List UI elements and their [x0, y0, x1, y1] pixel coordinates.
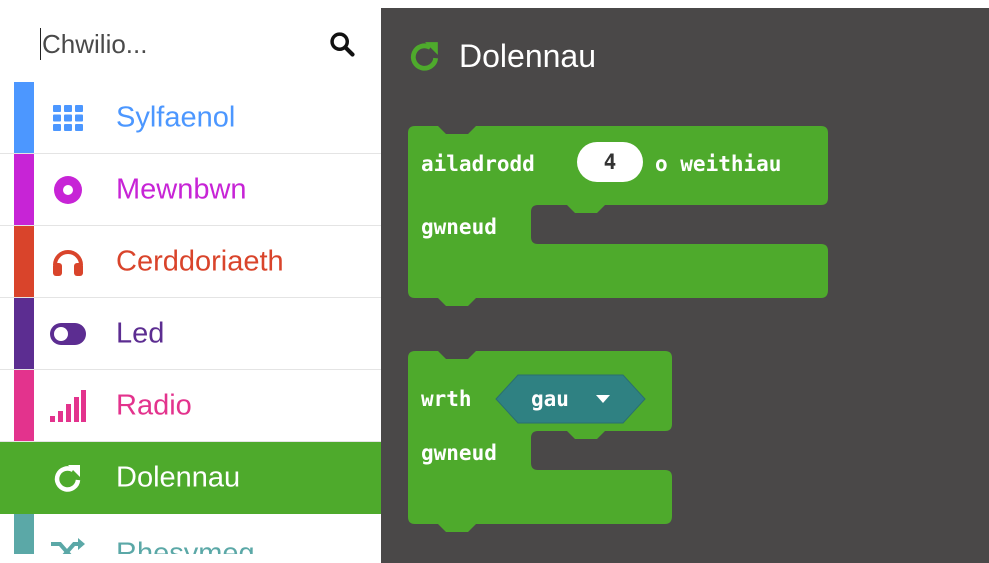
search-bar — [0, 0, 381, 82]
category-color-bar — [14, 82, 34, 153]
input-circle-icon — [50, 172, 86, 208]
category-radio[interactable]: Radio — [0, 370, 381, 442]
category-color-bar — [14, 154, 34, 225]
loop-icon — [50, 460, 86, 496]
category-color-bar — [14, 370, 34, 441]
while-head-label: wrth — [421, 387, 472, 411]
grid-icon — [50, 100, 86, 136]
category-rhesymeg[interactable]: Rhesymeg — [0, 514, 381, 554]
category-color-bar — [14, 514, 34, 554]
category-list: Sylfaenol Mewnbwn Cerddoriaeth Led Radio… — [0, 82, 381, 554]
condition-dropdown[interactable]: gau — [531, 387, 569, 411]
category-led[interactable]: Led — [0, 298, 381, 370]
toggle-icon — [50, 316, 86, 352]
category-label: Sylfaenol — [116, 101, 236, 133]
category-label: Cerddoriaeth — [116, 245, 284, 277]
category-label: Mewnbwn — [116, 173, 247, 205]
while-body-label: gwneud — [421, 441, 497, 465]
category-mewnbwn[interactable]: Mewnbwn — [0, 154, 381, 226]
category-cerddoriaeth[interactable]: Cerddoriaeth — [0, 226, 381, 298]
category-color-bar — [14, 298, 34, 369]
headphones-icon — [50, 244, 86, 280]
category-label: Rhesymeg — [116, 537, 255, 555]
search-icon[interactable] — [328, 30, 356, 58]
toolbox-sidebar: Sylfaenol Mewnbwn Cerddor — [0, 0, 381, 563]
block-flyout: Dolennau ailadrodd 4 o weithiau gwneud w… — [381, 8, 989, 563]
category-dolennau[interactable]: Dolennau — [0, 442, 381, 514]
text-caret — [40, 28, 41, 60]
category-color-bar — [14, 226, 34, 297]
category-label: Radio — [116, 389, 192, 421]
category-color-bar — [14, 442, 34, 513]
while-block-shape — [408, 351, 672, 532]
category-sylfaenol[interactable]: Sylfaenol — [0, 82, 381, 154]
category-label: Dolennau — [116, 461, 241, 493]
chevron-down-icon[interactable] — [596, 395, 610, 403]
condition-hexagon[interactable] — [495, 374, 646, 424]
category-label: Led — [116, 317, 165, 349]
signal-bars-icon — [50, 388, 86, 424]
shuffle-icon — [50, 534, 86, 554]
search-input[interactable] — [40, 24, 312, 64]
